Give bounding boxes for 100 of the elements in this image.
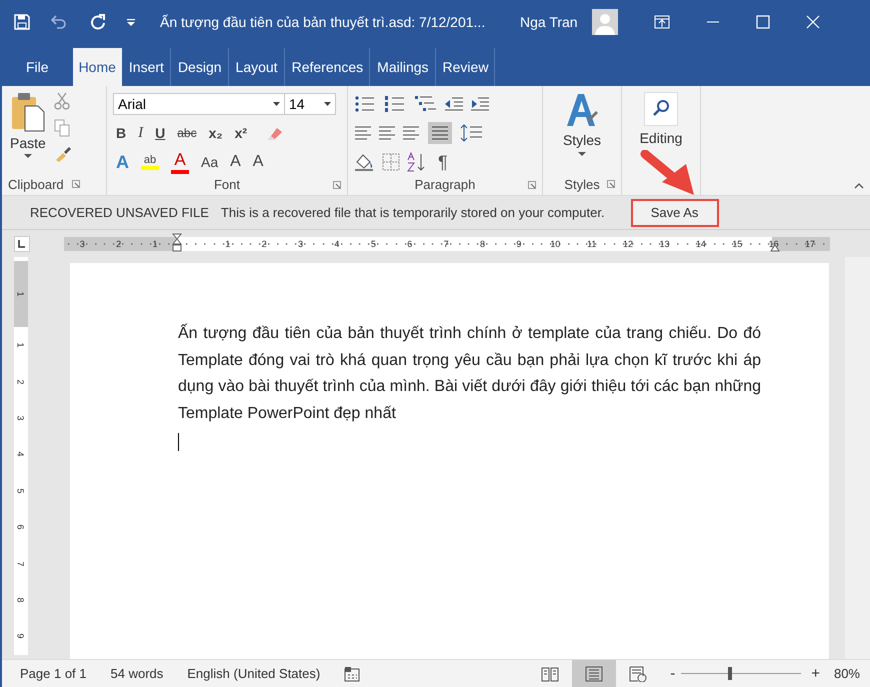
format-button[interactable]: I [135,124,146,142]
styles-icon [565,92,599,128]
format-button[interactable]: abc [174,126,200,140]
user-name[interactable]: Nga Tran [520,14,578,30]
ruler-number: 15 [731,238,744,248]
launcher-icon[interactable] [333,180,341,188]
font-effect-button[interactable]: A [168,150,192,174]
launcher-icon[interactable] [528,180,536,188]
ruler-number: 3 [16,415,26,420]
customize-icon[interactable] [126,17,136,27]
paste-button[interactable]: Paste [8,88,48,173]
zoom-percent[interactable]: 80% [834,666,860,681]
clipboard-icon [10,92,45,132]
group-label: Font [214,177,240,192]
indent-marker-icon[interactable] [172,232,182,254]
zoom-out-button[interactable]: - [670,665,676,682]
editing-button[interactable]: Editing [634,88,688,195]
ruler-number: 6 [406,238,414,248]
launcher-icon[interactable] [607,180,615,188]
vertical-ruler[interactable]: 1 1 2 3 4 5 6 7 8 9 [14,257,28,655]
ruler-number: 4 [16,452,26,457]
shading-icon[interactable] [354,153,376,171]
ruler-number: 6 [16,524,26,530]
multilevel-list-icon[interactable] [414,95,438,113]
ruler-number: 7 [16,561,26,566]
redo-icon[interactable] [90,14,106,30]
view-button[interactable] [572,660,616,687]
ruler-number: 1 [151,238,158,248]
save-icon[interactable] [14,14,30,30]
font-effect-button[interactable]: ab [138,154,162,170]
font-size-field[interactable]: 14 [284,93,336,115]
ruler-number: 2 [115,238,122,248]
tab-selector-icon[interactable] [14,236,30,252]
styles-button[interactable]: Styles [556,88,608,173]
font-name-field[interactable]: Arial [113,93,285,115]
ruler-number: 2 [260,238,268,248]
ruler-number: 13 [658,238,670,248]
ruler-number: 10 [549,238,562,248]
borders-icon[interactable] [382,153,400,171]
justify-icon[interactable] [428,122,452,144]
increase-indent-icon[interactable] [470,96,490,112]
font-effect-button[interactable]: Aa [198,154,222,170]
format-button[interactable]: B [113,125,130,141]
language-status[interactable]: English (United States) [187,666,320,681]
ribbon-tab[interactable]: Home [72,48,122,86]
brush-icon[interactable] [54,146,72,162]
macro-icon[interactable] [344,666,360,682]
format-button[interactable]: x₂ [206,125,226,141]
ruler-number: 5 [370,238,377,248]
ribbon-display-icon[interactable] [654,15,670,29]
caret-icon [578,152,586,156]
launcher-icon[interactable] [72,180,80,188]
recovered-file-title: RECOVERED UNSAVED FILE [30,205,209,220]
ruler-number: 12 [622,238,634,248]
ruler-number: 14 [694,238,707,248]
search-icon [644,92,678,126]
ruler-number: 5 [16,488,26,494]
web-page-icon [629,666,648,682]
document-page[interactable] [70,263,829,659]
align-icon[interactable] [402,126,420,140]
ribbon-tab[interactable]: File [12,48,61,86]
scissors-icon[interactable] [54,92,70,110]
ruler-number: 11 [586,238,598,248]
ruler-number: 2 [16,379,26,384]
window-title: Ấn tượng đầu tiên của bản thuyết trì.asd: 7/12/201... [160,14,486,30]
ruler-number: 4 [333,238,340,248]
save-as-button[interactable]: Save As [630,198,719,226]
annotation-arrow [640,150,696,196]
font-effect-button[interactable]: A [250,153,266,171]
zoom-in-button[interactable]: + [811,665,820,682]
ruler-number: 8 [478,238,486,248]
group-label: Styles [564,176,600,192]
dropdown-icon [324,102,331,106]
format-button[interactable]: x² [232,125,250,141]
sort-icon[interactable] [406,152,426,172]
book-icon [541,666,560,682]
line-spacing-icon[interactable] [460,124,484,142]
zoom-slider-thumb[interactable] [728,667,732,680]
document-paragraph: Ấn tượng đầu tiên của bản thuyết trình chính ở template của trang chiếu. Do đó Template đóng vai trò khá quan trọng yêu cầu bạn phải lựa chọn kĩ trước khi áp dụng vào bài thuyết trình của mình. Bài viết dưới đây giới thiệu tới các bạn những Template PowerPoint đẹp nhất [178,322,761,424]
font-effect-button[interactable]: A [113,152,132,172]
ruler-number: 8 [16,597,26,602]
decrease-indent-icon[interactable] [444,96,464,112]
align-icon[interactable] [378,126,396,140]
page-count[interactable]: Page 1 of 1 [20,666,86,681]
ruler-number: 1 [16,292,26,296]
group-label: Paragraph [414,177,476,192]
ruler-number: 3 [297,238,304,248]
text-cursor [178,433,179,451]
font-effect-button[interactable]: A [227,153,244,171]
collapse-ribbon-icon[interactable] [854,183,864,189]
word-count[interactable]: 54 words [110,666,164,681]
ruler-number: 1 [224,238,232,248]
ruler-number: 9 [16,634,26,639]
maximize-icon[interactable] [756,15,770,29]
align-icon[interactable] [354,126,372,140]
format-button[interactable]: U [152,125,168,141]
dropdown-icon [273,102,280,106]
pilcrow-button[interactable]: ¶ [438,152,448,172]
ruler-number: 1 [16,342,26,348]
close-icon[interactable] [806,15,820,29]
